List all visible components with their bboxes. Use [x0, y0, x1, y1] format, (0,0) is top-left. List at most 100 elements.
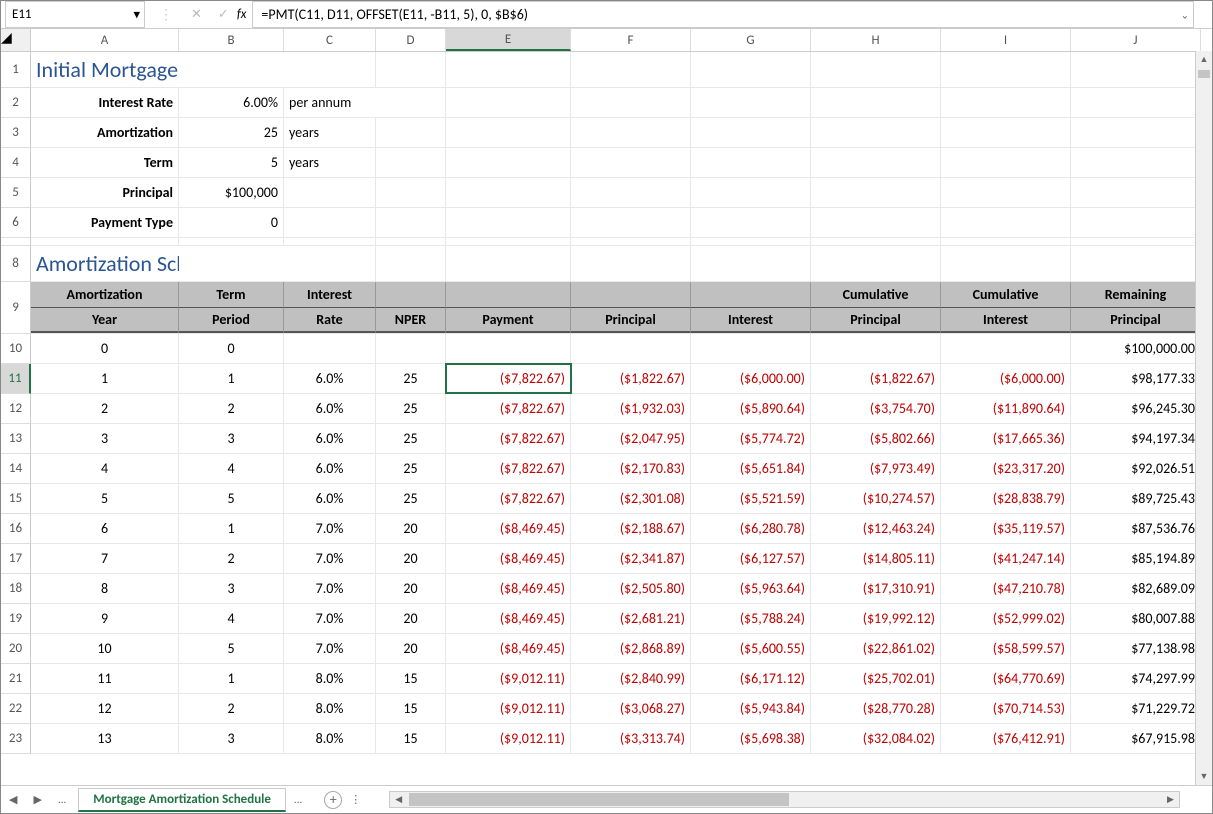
cell[interactable] [941, 178, 1071, 207]
table-cell[interactable]: 4 [179, 454, 284, 483]
table-cell[interactable]: ($5,651.84) [691, 454, 811, 483]
row-header[interactable]: 19 [1, 604, 31, 634]
hdr-cell[interactable]: Interest [284, 282, 376, 308]
table-cell[interactable]: 1 [179, 664, 284, 693]
scroll-up-icon[interactable]: ▲ [1196, 51, 1212, 68]
cell[interactable] [811, 208, 941, 237]
table-cell[interactable]: 8.0% [284, 664, 376, 693]
table-cell[interactable]: 5 [179, 634, 284, 663]
row-header[interactable]: 17 [1, 544, 31, 574]
cancel-icon[interactable]: ✕ [183, 7, 210, 22]
table-cell[interactable]: ($7,822.67) [446, 394, 571, 423]
select-all-corner[interactable]: ◢ [1, 29, 31, 51]
table-cell[interactable]: ($7,822.67) [446, 454, 571, 483]
cell[interactable] [179, 238, 284, 245]
table-cell[interactable]: ($17,310.91) [811, 574, 941, 603]
table-cell[interactable]: ($9,012.11) [446, 694, 571, 723]
table-cell[interactable]: 7 [31, 544, 179, 573]
table-cell[interactable]: 3 [179, 724, 284, 753]
table-cell[interactable]: 25 [376, 394, 446, 423]
table-cell[interactable]: ($6,280.78) [691, 514, 811, 543]
table-cell[interactable]: $94,197.34 [1071, 424, 1201, 453]
table-cell[interactable]: ($5,788.24) [691, 604, 811, 633]
table-cell[interactable]: 1 [179, 364, 284, 393]
hdr-cell[interactable]: Payment [446, 308, 571, 333]
hdr-cell[interactable]: Year [31, 308, 179, 333]
row-header[interactable]: 20 [1, 634, 31, 664]
table-cell[interactable]: ($8,469.45) [446, 604, 571, 633]
table-cell[interactable]: ($70,714.53) [941, 694, 1071, 723]
sheet-tab-active[interactable]: Mortgage Amortization Schedule [78, 788, 286, 812]
value-cell[interactable]: years [284, 148, 376, 177]
cell[interactable] [446, 238, 571, 245]
table-cell[interactable]: ($12,463.24) [811, 514, 941, 543]
table-cell[interactable]: 20 [376, 604, 446, 633]
label-cell[interactable]: Principal [31, 178, 179, 207]
table-cell[interactable]: ($7,822.67) [446, 424, 571, 453]
cell[interactable] [941, 88, 1071, 117]
cell[interactable] [376, 148, 446, 177]
table-cell[interactable]: ($6,000.00) [941, 364, 1071, 393]
table-cell[interactable]: 7.0% [284, 514, 376, 543]
col-header-b[interactable]: B [179, 29, 284, 51]
table-cell[interactable]: ($7,973.49) [811, 454, 941, 483]
value-cell[interactable]: years [284, 118, 376, 147]
table-cell[interactable]: ($2,170.83) [571, 454, 691, 483]
table-cell[interactable]: 25 [376, 454, 446, 483]
table-cell[interactable]: ($3,754.70) [811, 394, 941, 423]
table-cell[interactable]: ($23,317.20) [941, 454, 1071, 483]
table-cell[interactable]: ($9,012.11) [446, 724, 571, 753]
table-cell[interactable]: 6.0% [284, 454, 376, 483]
hdr-cell[interactable]: Period [179, 308, 284, 333]
cell[interactable] [811, 52, 941, 87]
hdr-cell[interactable]: Amortization [31, 282, 179, 308]
cell[interactable] [1071, 118, 1201, 147]
cell[interactable] [446, 246, 571, 281]
cell[interactable] [811, 178, 941, 207]
cell[interactable] [284, 238, 376, 245]
table-cell[interactable]: ($5,521.59) [691, 484, 811, 513]
cell[interactable] [941, 208, 1071, 237]
tab-next-icon[interactable]: ▶ [25, 793, 49, 806]
cell[interactable] [941, 118, 1071, 147]
table-cell[interactable]: ($8,469.45) [446, 634, 571, 663]
title-cell[interactable]: Initial Mortgage Data [31, 52, 179, 87]
cell[interactable] [446, 118, 571, 147]
row-header[interactable]: 12 [1, 394, 31, 424]
fx-icon[interactable]: fx [237, 7, 253, 22]
cell[interactable] [811, 118, 941, 147]
table-cell[interactable]: 7.0% [284, 604, 376, 633]
title-cell[interactable]: Amortization Schedule [31, 246, 179, 281]
label-cell[interactable]: Interest Rate [31, 88, 179, 117]
cell[interactable] [376, 118, 446, 147]
table-cell[interactable]: $80,007.88 [1071, 604, 1201, 633]
table-cell[interactable] [376, 334, 446, 363]
table-cell[interactable]: ($19,992.12) [811, 604, 941, 633]
table-cell[interactable]: ($5,890.64) [691, 394, 811, 423]
table-cell[interactable]: 15 [376, 724, 446, 753]
row-header[interactable]: 5 [1, 178, 31, 208]
expand-formula-icon[interactable]: ⌄ [1181, 8, 1189, 21]
table-cell[interactable]: 5 [31, 484, 179, 513]
row-header[interactable] [1, 238, 31, 246]
table-cell[interactable]: ($32,084.02) [811, 724, 941, 753]
cell[interactable] [376, 246, 446, 281]
table-cell[interactable]: 6.0% [284, 394, 376, 423]
table-cell[interactable]: 7.0% [284, 634, 376, 663]
hdr-cell[interactable] [691, 282, 811, 308]
row-header[interactable]: 22 [1, 694, 31, 724]
table-cell[interactable] [284, 334, 376, 363]
table-cell[interactable]: 2 [179, 394, 284, 423]
row-header[interactable]: 1 [1, 52, 31, 88]
cell[interactable] [941, 148, 1071, 177]
table-cell[interactable]: ($5,600.55) [691, 634, 811, 663]
row-header[interactable]: 6 [1, 208, 31, 238]
table-cell[interactable]: 25 [376, 424, 446, 453]
table-cell[interactable]: ($2,341.87) [571, 544, 691, 573]
scroll-right-icon[interactable]: ▶ [1162, 794, 1179, 805]
table-cell[interactable]: $92,026.51 [1071, 454, 1201, 483]
table-cell[interactable]: 8 [31, 574, 179, 603]
row-header[interactable]: 8 [1, 246, 31, 282]
table-cell[interactable]: ($2,840.99) [571, 664, 691, 693]
table-cell[interactable]: ($7,822.67) [446, 484, 571, 513]
